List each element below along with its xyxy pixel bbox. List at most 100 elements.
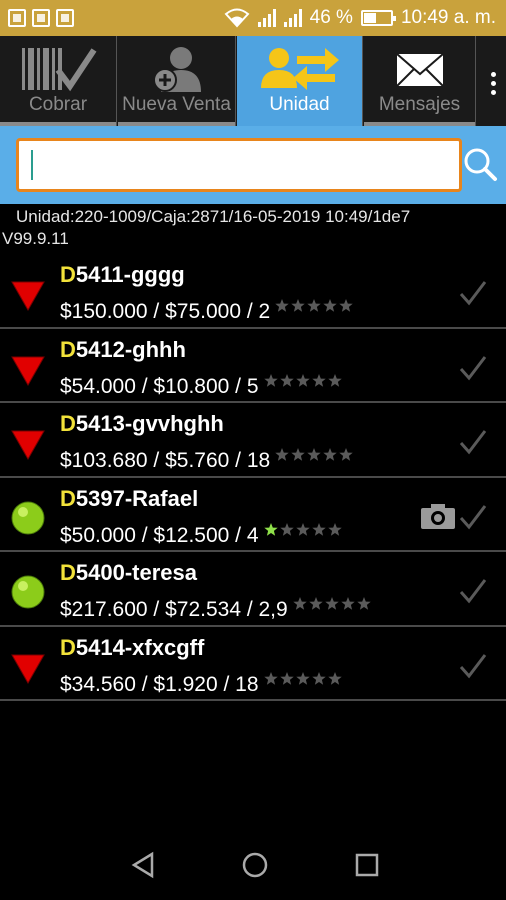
star-icon [311, 373, 326, 387]
check-icon[interactable] [458, 576, 488, 606]
red-triangle-icon [11, 356, 45, 386]
list-item[interactable]: D5414-xfxcgff $34.560 / $1.920 / 18 [0, 627, 506, 701]
star-icon [291, 299, 305, 312]
star-icon [307, 448, 321, 461]
signal-1-icon [257, 9, 276, 27]
barcode-check-icon [22, 48, 97, 92]
search-icon[interactable] [462, 146, 498, 182]
star-icon [295, 373, 310, 387]
status-bar: 46 % 10:49 a. m. [0, 0, 506, 36]
item-amount-text: $103.680 / $5.760 / 18 [60, 449, 271, 472]
session-info-line: Unidad:220-1009/Caja:2871/16-05-2019 10:… [16, 207, 411, 226]
item-title: D5397-Rafael [60, 486, 198, 512]
list-item[interactable]: D5412-ghhh $54.000 / $10.800 / 5 [0, 329, 506, 403]
star-icon [307, 299, 321, 312]
star-icon [323, 299, 337, 312]
star-icon [327, 671, 342, 685]
notification-icons [8, 9, 74, 27]
search-input[interactable] [16, 138, 462, 192]
back-icon[interactable] [128, 850, 158, 880]
star-icon [309, 597, 323, 610]
wifi-icon [224, 8, 250, 28]
item-amount: $150.000 / $75.000 / 2 [60, 298, 358, 324]
red-triangle-icon [11, 654, 45, 684]
item-amount-text: $54.000 / $10.800 / 5 [60, 374, 259, 398]
item-amount-text: $34.560 / $1.920 / 18 [60, 672, 259, 696]
star-icon [279, 373, 294, 387]
rating-stars-icon [263, 671, 342, 685]
star-icon [275, 299, 289, 312]
list-item[interactable]: D5397-Rafael $50.000 / $12.500 / 4 [0, 478, 506, 552]
star-icon [341, 597, 355, 610]
overflow-menu-icon[interactable] [488, 72, 498, 95]
tab-bar: Cobrar Nueva Venta Unidad Mensajes [0, 36, 506, 126]
envelope-icon [395, 53, 444, 87]
star-icon [263, 373, 278, 387]
item-name: 5412-ghhh [75, 336, 186, 362]
tab-label: Mensajes [378, 94, 461, 115]
star-icon [311, 671, 326, 685]
star-icon [263, 522, 278, 536]
star-icon [339, 299, 353, 312]
item-amount-text: $50.000 / $12.500 / 4 [60, 523, 259, 547]
star-icon [279, 522, 294, 536]
home-icon[interactable] [240, 850, 270, 880]
item-amount: $34.560 / $1.920 / 18 [60, 671, 347, 697]
check-icon[interactable] [458, 502, 488, 532]
star-icon [323, 448, 337, 461]
image-notification-icon [32, 9, 50, 27]
system-nav-bar [0, 830, 506, 900]
item-prefix: D [60, 411, 76, 436]
list-item[interactable]: D5413-gvvhghh $103.680 / $5.760 / 18 [0, 403, 506, 478]
star-icon [275, 448, 289, 461]
item-prefix: D [60, 560, 76, 585]
star-icon [339, 448, 353, 461]
item-name: 5414-xfxcgff [75, 634, 205, 660]
item-amount: $103.680 / $5.760 / 18 [60, 447, 358, 473]
tab-label: Nueva Venta [122, 94, 231, 115]
check-icon[interactable] [458, 427, 488, 457]
item-name: 5397-Rafael [75, 485, 199, 511]
item-amount-text: $150.000 / $75.000 / 2 [60, 300, 271, 323]
item-prefix: D [60, 336, 76, 362]
list-item[interactable]: D5411-gggg $150.000 / $75.000 / 2 [0, 254, 506, 329]
item-title: D5411-gggg [60, 262, 185, 288]
recents-icon[interactable] [352, 850, 382, 880]
list-item[interactable]: D5400-teresa $217.600 / $72.534 / 2,9 [0, 552, 506, 627]
camera-icon[interactable] [420, 502, 456, 530]
green-circle-icon [11, 575, 45, 609]
red-triangle-icon [11, 281, 45, 312]
item-prefix: D [60, 485, 76, 511]
text-cursor [31, 150, 33, 180]
rating-stars-icon [293, 597, 371, 610]
item-name: 5411-gggg [75, 262, 185, 287]
star-icon [279, 671, 294, 685]
search-bar [0, 126, 506, 204]
mail-notification-icon [56, 9, 74, 27]
check-icon[interactable] [458, 278, 488, 308]
tab-cobrar[interactable]: Cobrar [0, 36, 117, 126]
star-icon [295, 671, 310, 685]
version-label: V99.9.11 [2, 229, 69, 248]
tab-unidad[interactable]: Unidad [237, 36, 363, 126]
gallery-notification-icon [8, 9, 26, 27]
rating-stars-icon [263, 373, 342, 387]
rating-stars-icon [275, 448, 353, 461]
tab-mensajes[interactable]: Mensajes [364, 36, 476, 126]
item-title: D5400-teresa [60, 560, 197, 586]
item-amount-text: $217.600 / $72.534 / 2,9 [60, 598, 288, 621]
star-icon [327, 522, 342, 536]
item-amount: $54.000 / $10.800 / 5 [60, 373, 347, 399]
star-icon [325, 597, 339, 610]
item-title: D5412-ghhh [60, 337, 186, 363]
item-prefix: D [60, 634, 76, 660]
check-icon[interactable] [458, 651, 488, 681]
tab-nueva-venta[interactable]: Nueva Venta [118, 36, 236, 126]
star-icon [327, 373, 342, 387]
session-info: Unidad:220-1009/Caja:2871/16-05-2019 10:… [0, 206, 506, 250]
star-icon [293, 597, 307, 610]
star-icon [295, 522, 310, 536]
item-title: D5414-xfxcgff [60, 635, 204, 661]
green-circle-icon [11, 501, 45, 534]
check-icon[interactable] [458, 353, 488, 383]
